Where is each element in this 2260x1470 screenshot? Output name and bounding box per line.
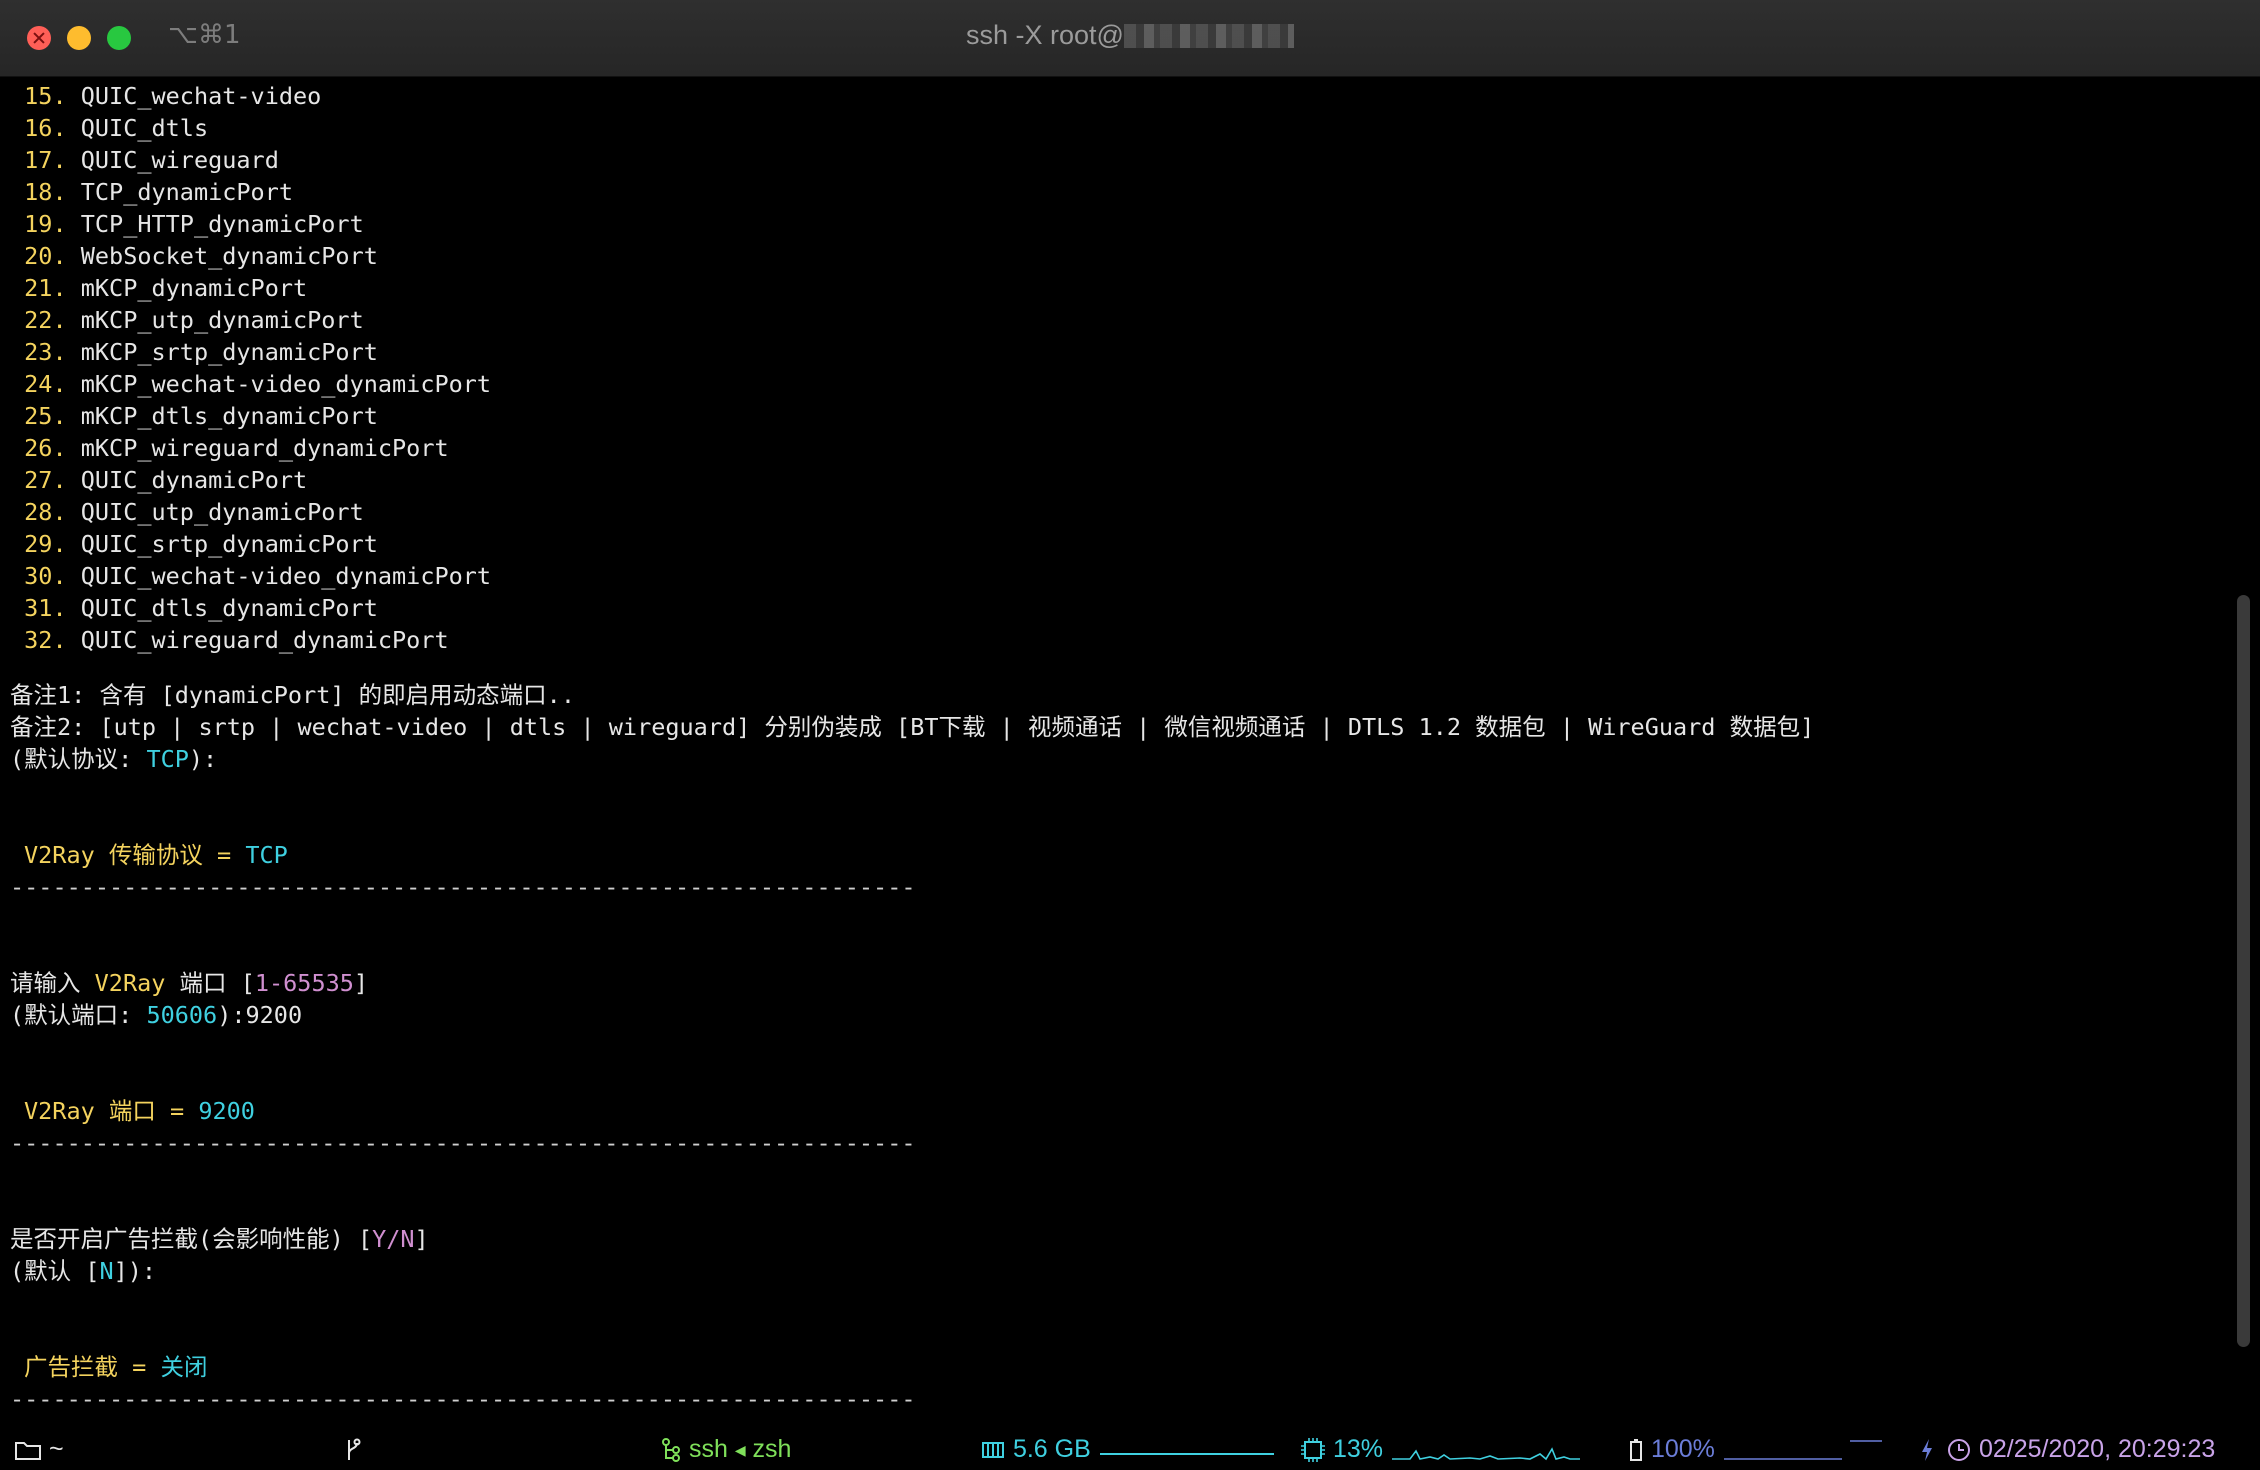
battery-icon — [1630, 1439, 1642, 1462]
list-item: 21. mKCP_dynamicPort — [10, 272, 307, 304]
adblock-prompt-line: 是否开启广告拦截(会影响性能) [Y/N] — [10, 1225, 429, 1253]
list-item-number: 24. — [24, 370, 67, 398]
list-item: 18. TCP_dynamicPort — [10, 176, 293, 208]
list-item: 29. QUIC_srtp_dynamicPort — [10, 528, 378, 560]
list-item-label: QUIC_utp_dynamicPort — [80, 498, 364, 526]
window-title: ssh -X root@ — [0, 20, 2260, 51]
list-item: 25. mKCP_dtls_dynamicPort — [10, 400, 378, 432]
adblock-result-line: 广告拦截 = 关闭 — [24, 1353, 208, 1381]
list-item-label: TCP_dynamicPort — [80, 178, 293, 206]
list-item-label: QUIC_wechat-video — [80, 82, 322, 110]
battery-segment: 100% — [1628, 1433, 1935, 1465]
list-item: 15. QUIC_wechat-video — [10, 80, 321, 112]
list-item-number: 28. — [24, 498, 67, 526]
list-item-number: 31. — [24, 594, 67, 622]
list-item-label: QUIC_dynamicPort — [80, 466, 308, 494]
list-item-number: 16. — [24, 114, 67, 142]
list-item: 32. QUIC_wireguard_dynamicPort — [10, 624, 449, 656]
list-item-number: 32. — [24, 626, 67, 654]
list-item-number: 22. — [24, 306, 67, 334]
list-item: 26. mKCP_wireguard_dynamicPort — [10, 432, 449, 464]
list-item-number: 30. — [24, 562, 67, 590]
list-item-label: mKCP_wechat-video_dynamicPort — [80, 370, 492, 398]
list-item-number: 21. — [24, 274, 67, 302]
protocol-result-line: V2Ray 传输协议 = TCP — [24, 841, 288, 869]
list-item-number: 25. — [24, 402, 67, 430]
list-item-label: TCP_HTTP_dynamicPort — [80, 210, 364, 238]
port-prompt-line: 请输入 V2Ray 端口 [1-65535] — [10, 969, 369, 997]
memory-icon — [982, 1442, 1004, 1459]
list-item: 30. QUIC_wechat-video_dynamicPort — [10, 560, 491, 592]
list-item-label: mKCP_utp_dynamicPort — [80, 306, 364, 334]
memory-graph — [1099, 1453, 1274, 1456]
list-item-label: QUIC_dtls_dynamicPort — [80, 594, 378, 622]
battery-graph — [1723, 1440, 1882, 1461]
separator-1: ----------------------------------------… — [10, 873, 916, 901]
terminal-window: ⌥⌘1 ssh -X root@ 15. QUIC_wechat-video 1… — [0, 0, 2260, 1470]
list-item-number: 23. — [24, 338, 67, 366]
list-item-label: QUIC_wireguard_dynamicPort — [80, 626, 449, 654]
process-tree-icon — [662, 1438, 680, 1463]
list-item-number: 17. — [24, 146, 67, 174]
list-item-number: 29. — [24, 530, 67, 558]
list-item-number: 15. — [24, 82, 67, 110]
list-item-label: mKCP_wireguard_dynamicPort — [80, 434, 449, 462]
list-item-label: WebSocket_dynamicPort — [80, 242, 378, 270]
terminal-output[interactable]: 15. QUIC_wechat-video 16. QUIC_dtls 17. … — [10, 80, 2230, 1425]
list-item-label: QUIC_dtls — [80, 114, 209, 142]
list-item-number: 20. — [24, 242, 67, 270]
scrollbar-thumb[interactable] — [2237, 595, 2250, 1347]
list-item: 22. mKCP_utp_dynamicPort — [10, 304, 364, 336]
chevron-left-icon: ◀ — [734, 1442, 746, 1458]
port-default-line: (默认端口: 50606):9200 — [10, 1001, 303, 1029]
cpu-segment: 13% — [1300, 1433, 1582, 1465]
cpu-graph — [1391, 1447, 1580, 1461]
title-bar[interactable]: ⌥⌘1 ssh -X root@ — [0, 0, 2260, 77]
separator-2: ----------------------------------------… — [10, 1129, 916, 1157]
adblock-default-line: (默认 [N]): — [10, 1257, 157, 1285]
port-result-line: V2Ray 端口 = 9200 — [24, 1097, 255, 1125]
list-item-label: mKCP_dtls_dynamicPort — [80, 402, 378, 430]
list-item: 19. TCP_HTTP_dynamicPort — [10, 208, 364, 240]
note-1: 备注1: 含有 [dynamicPort] 的即启用动态端口.. — [10, 681, 575, 709]
note-2: 备注2: [utp | srtp | wechat-video | dtls |… — [10, 713, 1815, 741]
list-item-label: QUIC_wireguard — [80, 146, 279, 174]
list-item-label: QUIC_wechat-video_dynamicPort — [80, 562, 492, 590]
session-segment[interactable]: ssh ◀ zsh — [660, 1433, 791, 1465]
list-item: 31. QUIC_dtls_dynamicPort — [10, 592, 378, 624]
list-item: 27. QUIC_dynamicPort — [10, 464, 307, 496]
git-segment[interactable] — [344, 1433, 362, 1465]
list-item: 28. QUIC_utp_dynamicPort — [10, 496, 364, 528]
clock-icon — [1948, 1439, 1970, 1462]
status-bar: ~ ssh ◀ zsh 5.6 GB 13% 100% 02/25/2020, … — [0, 1427, 2260, 1470]
git-branch-icon — [348, 1438, 361, 1461]
list-item-number: 27. — [24, 466, 67, 494]
list-item: 16. QUIC_dtls — [10, 112, 208, 144]
list-item-number: 26. — [24, 434, 67, 462]
cwd-segment[interactable]: ~ — [14, 1433, 64, 1465]
separator-3: ----------------------------------------… — [10, 1385, 916, 1413]
list-item-label: mKCP_dynamicPort — [80, 274, 308, 302]
list-item-label: QUIC_srtp_dynamicPort — [80, 530, 378, 558]
folder-icon — [15, 1442, 41, 1461]
list-item: 17. QUIC_wireguard — [10, 144, 279, 176]
clock-segment: 02/25/2020, 20:29:23 — [1946, 1433, 2215, 1465]
protocol-default-line: (默认协议: TCP): — [10, 745, 218, 773]
cpu-icon — [1301, 1438, 1325, 1463]
list-item: 24. mKCP_wechat-video_dynamicPort — [10, 368, 491, 400]
list-item: 20. WebSocket_dynamicPort — [10, 240, 378, 272]
list-item-number: 18. — [24, 178, 67, 206]
memory-segment: 5.6 GB — [980, 1433, 1276, 1465]
charging-icon — [1921, 1439, 1932, 1462]
redacted-host — [1123, 24, 1294, 48]
list-item: 23. mKCP_srtp_dynamicPort — [10, 336, 378, 368]
list-item-label: mKCP_srtp_dynamicPort — [80, 338, 378, 366]
list-item-number: 19. — [24, 210, 67, 238]
